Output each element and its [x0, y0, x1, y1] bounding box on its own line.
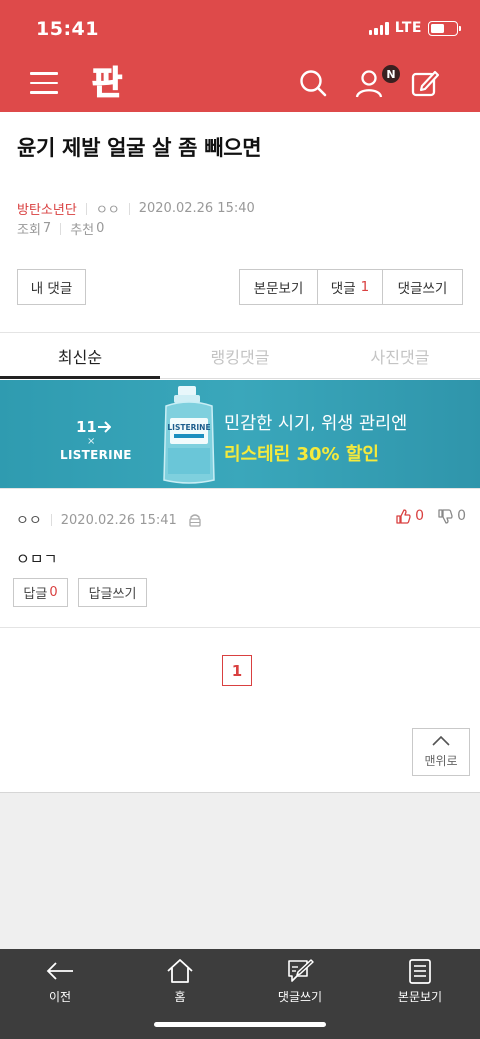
- home-indicator[interactable]: [154, 1022, 326, 1027]
- post-meta-row1: 방탄소년단 ㅇㅇ 2020.02.26 15:40: [17, 199, 255, 218]
- battery-icon: [428, 20, 461, 36]
- comments-label: 댓글: [330, 281, 356, 297]
- post-content: 윤기 제발 얼굴 살 좀 빼으면 방탄소년단 ㅇㅇ 2020.02.26 15:…: [0, 112, 480, 792]
- nav-write-comment-label: 댓글쓰기: [277, 990, 323, 1004]
- post-author: ㅇㅇ: [95, 203, 120, 218]
- comment-votes: 0 0: [396, 508, 466, 524]
- signal-icon: [368, 21, 389, 35]
- ad-headline: 민감한 시기, 위생 관리엔: [224, 414, 408, 434]
- notification-badge[interactable]: N: [381, 64, 401, 84]
- down-count: 0: [457, 508, 466, 524]
- thumbs-up-icon[interactable]: [396, 508, 411, 524]
- comment-sort-tabs: 최신순 랭킹댓글 사진댓글: [0, 333, 480, 379]
- post-datetime: 2020.02.26 15:40: [138, 201, 255, 216]
- status-time: 15:41: [36, 18, 99, 40]
- hamburger-menu-icon[interactable]: [30, 72, 58, 94]
- comment-text: ㅇㅁㄱ: [16, 550, 58, 568]
- view-post-button[interactable]: 본문보기: [240, 270, 318, 304]
- nav-home-label: 홈: [174, 990, 186, 1004]
- post-category[interactable]: 방탄소년단: [17, 199, 77, 218]
- post-title: 윤기 제발 얼굴 살 좀 빼으면: [17, 136, 262, 160]
- divider: [0, 627, 480, 628]
- svg-text:LISTERINE: LISTERINE: [167, 423, 210, 432]
- chevron-up-icon: [432, 735, 450, 746]
- tab-ranking[interactable]: 랭킹댓글: [160, 333, 320, 378]
- report-icon[interactable]: [188, 513, 202, 527]
- reply-button[interactable]: 답글 0: [13, 578, 68, 607]
- post-meta-row2: 조회 7 추천 0: [17, 219, 104, 238]
- reply-label: 답글: [23, 587, 48, 602]
- likes-label: 추천: [70, 223, 95, 238]
- comment-author: ㅇㅇ: [16, 513, 42, 529]
- divider: [0, 488, 480, 489]
- to-top-label: 맨위로: [424, 753, 458, 768]
- nav-view-post[interactable]: 본문보기: [360, 949, 480, 1039]
- ad-times: ×: [87, 436, 96, 447]
- reply-count: 0: [49, 585, 58, 600]
- write-reply-button[interactable]: 답글쓰기: [78, 578, 147, 607]
- nav-back-label: 이전: [48, 990, 72, 1004]
- comments-button[interactable]: 댓글 1: [318, 270, 383, 304]
- pann-logo[interactable]: 판: [86, 63, 128, 101]
- write-comment-button[interactable]: 댓글쓰기: [383, 270, 462, 304]
- document-icon: [409, 959, 431, 984]
- status-icons: LTE: [368, 20, 461, 36]
- network-label: LTE: [394, 20, 422, 36]
- nav-view-post-label: 본문보기: [397, 990, 443, 1004]
- views-label: 조회: [17, 223, 41, 238]
- comment-datetime: 2020.02.26 15:41: [60, 512, 177, 528]
- post-action-group: 본문보기 댓글 1 댓글쓰기: [239, 269, 463, 305]
- scroll-to-top-button[interactable]: 맨위로: [412, 728, 470, 776]
- home-icon: [167, 959, 193, 983]
- back-arrow-icon: [46, 962, 73, 980]
- ad-listerine-logo: LISTERINE: [60, 448, 132, 462]
- app-header: 15:41 LTE 판 N: [0, 0, 480, 112]
- page: 15:41 LTE 판 N 윤기 제발 얼굴 살 좀 빼으면 방탄소년단 ㅇㅇ …: [0, 0, 480, 1039]
- comment-meta: ㅇㅇ 2020.02.26 15:41: [16, 510, 202, 530]
- ad-11st-logo: 11: [76, 418, 112, 436]
- comments-count: 1: [360, 279, 370, 295]
- thumbs-down-icon[interactable]: [438, 508, 453, 524]
- comment-write-icon: [288, 959, 314, 982]
- pagination-page[interactable]: 1: [222, 655, 252, 686]
- likes-count: 0: [96, 221, 105, 236]
- tab-latest[interactable]: 최신순: [0, 333, 160, 379]
- search-icon[interactable]: [298, 68, 328, 98]
- nav-back[interactable]: 이전: [0, 949, 120, 1039]
- write-post-icon[interactable]: [410, 68, 440, 98]
- logo-text: 판: [92, 63, 122, 101]
- ad-discount: 리스테린 30% 할인: [224, 444, 379, 465]
- tab-photo[interactable]: 사진댓글: [320, 333, 480, 378]
- views-count: 7: [42, 221, 52, 236]
- up-count: 0: [415, 508, 425, 524]
- divider: [0, 792, 480, 793]
- mouthwash-bottle-image: LISTERINE: [163, 386, 215, 484]
- user-icon[interactable]: [354, 68, 384, 98]
- ad-banner[interactable]: 11 × LISTERINE LISTERINE 민감한 시기, 위생 관리엔 …: [0, 380, 480, 488]
- my-comments-button[interactable]: 내 댓글: [17, 269, 86, 305]
